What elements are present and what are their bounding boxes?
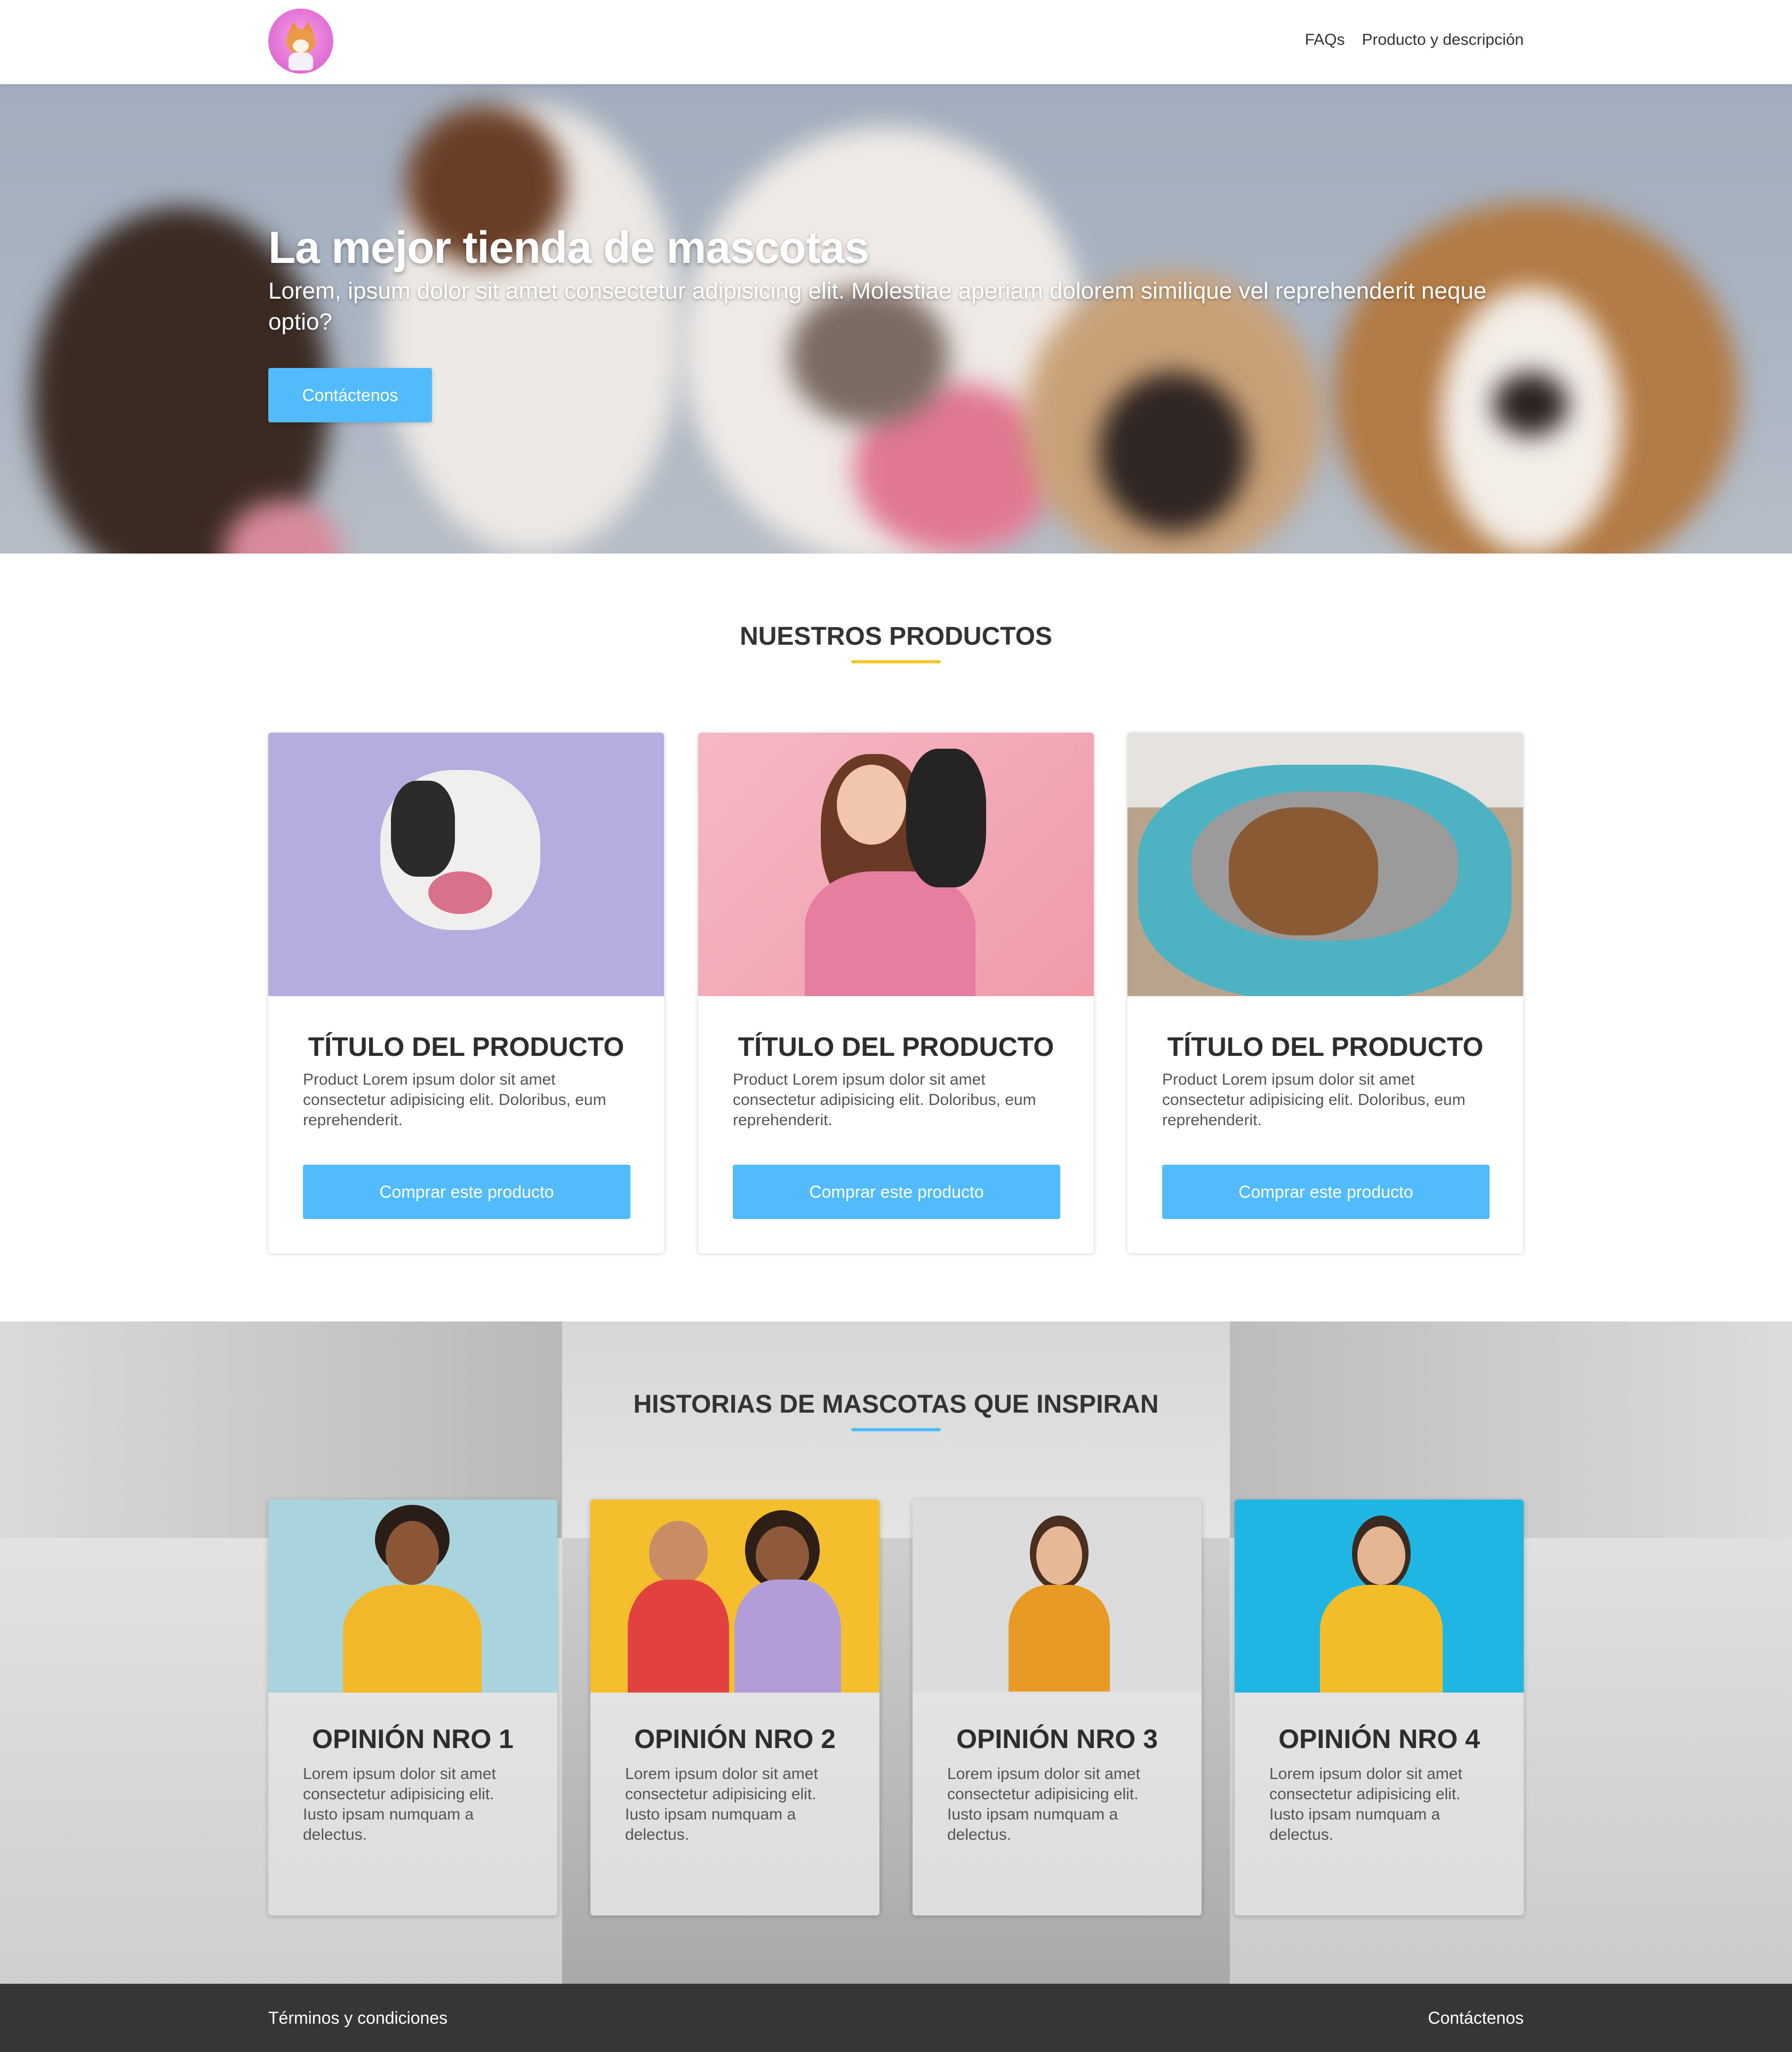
main-nav: FAQs Producto y descripción bbox=[1305, 31, 1524, 49]
nav-link-faqs[interactable]: FAQs bbox=[1305, 31, 1345, 49]
testimonial-title: OPINIÓN NRO 2 bbox=[634, 1724, 836, 1754]
stories-section-title: HISTORIAS DE MASCOTAS QUE INSPIRAN bbox=[633, 1390, 1159, 1418]
buy-product-button[interactable]: Comprar este producto bbox=[303, 1165, 630, 1219]
testimonial-card: OPINIÓN NRO 4 Lorem ipsum dolor sit amet… bbox=[1235, 1500, 1524, 1915]
testimonial-text: Lorem ipsum dolor sit amet consectetur a… bbox=[625, 1765, 818, 1843]
hero-title: La mejor tienda de mascotas bbox=[268, 222, 869, 272]
product-card: TÍTULO DEL PRODUCTO Product Lorem ipsum … bbox=[268, 733, 664, 1253]
product-card: TÍTULO DEL PRODUCTO Product Lorem ipsum … bbox=[1127, 733, 1523, 1253]
woman-with-dog-product-image bbox=[698, 733, 1094, 996]
nav-link-product[interactable]: Producto y descripción bbox=[1362, 31, 1524, 49]
shiba-logo-icon[interactable] bbox=[268, 9, 333, 74]
footer-contact-link[interactable]: Contáctenos bbox=[1428, 2008, 1524, 2028]
testimonial-title: OPINIÓN NRO 4 bbox=[1278, 1724, 1480, 1754]
contact-button[interactable]: Contáctenos bbox=[268, 368, 432, 422]
product-description: Product Lorem ipsum dolor sit amet conse… bbox=[733, 1071, 1036, 1129]
woman-orange-shirt-photo bbox=[913, 1500, 1202, 1693]
dog-bed-product-image bbox=[1127, 733, 1523, 996]
testimonial-title: OPINIÓN NRO 1 bbox=[312, 1724, 514, 1754]
top-navbar: FAQs Producto y descripción bbox=[0, 0, 1792, 84]
product-title: TÍTULO DEL PRODUCTO bbox=[1167, 1032, 1484, 1062]
testimonial-title: OPINIÓN NRO 3 bbox=[956, 1724, 1158, 1754]
testimonial-text: Lorem ipsum dolor sit amet consectetur a… bbox=[947, 1765, 1140, 1843]
testimonial-card: OPINIÓN NRO 2 Lorem ipsum dolor sit amet… bbox=[590, 1500, 879, 1915]
woman-yellow-sweater-photo bbox=[268, 1500, 557, 1693]
product-description: Product Lorem ipsum dolor sit amet conse… bbox=[303, 1071, 606, 1129]
terms-link[interactable]: Términos y condiciones bbox=[268, 2008, 447, 2028]
hero-banner: La mejor tienda de mascotas Lorem, ipsum… bbox=[0, 84, 1792, 554]
product-title: TÍTULO DEL PRODUCTO bbox=[738, 1032, 1054, 1062]
hero-content: La mejor tienda de mascotas Lorem, ipsum… bbox=[268, 222, 1522, 338]
hero-subtitle: Lorem, ipsum dolor sit amet consectetur … bbox=[268, 278, 1487, 335]
products-title-underline bbox=[851, 660, 941, 663]
products-section-title: NUESTROS PRODUCTOS bbox=[740, 622, 1052, 651]
product-card: TÍTULO DEL PRODUCTO Product Lorem ipsum … bbox=[698, 733, 1094, 1253]
testimonial-text: Lorem ipsum dolor sit amet consectetur a… bbox=[1269, 1765, 1462, 1843]
footer: Términos y condiciones Contáctenos bbox=[0, 1984, 1792, 2052]
testimonial-card: OPINIÓN NRO 1 Lorem ipsum dolor sit amet… bbox=[268, 1500, 557, 1915]
product-description: Product Lorem ipsum dolor sit amet conse… bbox=[1162, 1071, 1466, 1129]
buy-product-button[interactable]: Comprar este producto bbox=[733, 1165, 1060, 1219]
man-yellow-sweater-photo bbox=[1235, 1500, 1524, 1693]
couple-photo bbox=[590, 1500, 879, 1693]
product-title: TÍTULO DEL PRODUCTO bbox=[308, 1032, 625, 1062]
testimonial-card: OPINIÓN NRO 3 Lorem ipsum dolor sit amet… bbox=[913, 1500, 1202, 1915]
stories-title-underline bbox=[851, 1428, 941, 1431]
buy-product-button[interactable]: Comprar este producto bbox=[1162, 1165, 1490, 1219]
bulldog-product-image bbox=[268, 733, 664, 996]
testimonial-text: Lorem ipsum dolor sit amet consectetur a… bbox=[303, 1765, 496, 1843]
